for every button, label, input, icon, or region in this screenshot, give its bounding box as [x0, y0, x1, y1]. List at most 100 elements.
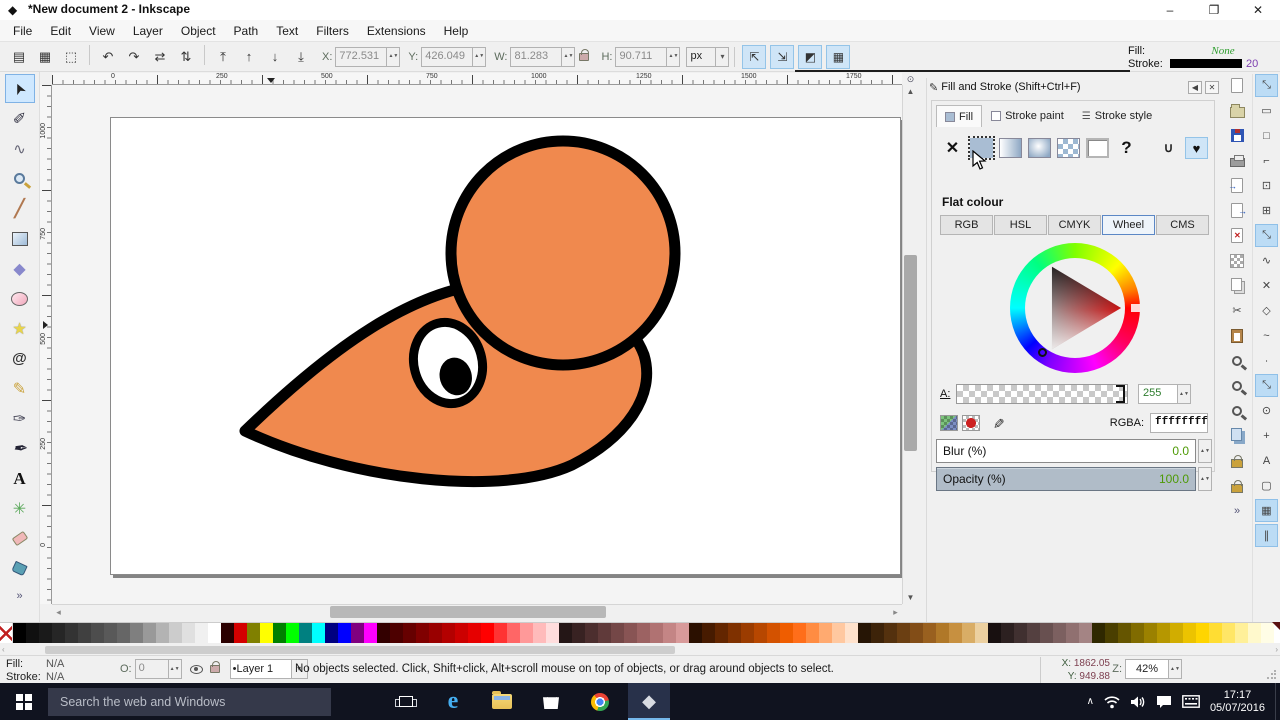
- palette-scroll-thumb[interactable]: [45, 646, 675, 654]
- copy-button[interactable]: [1226, 274, 1249, 297]
- palette-swatch[interactable]: [130, 623, 143, 643]
- flip-horizontal-button[interactable]: ⇄: [148, 45, 172, 69]
- select-all-layers-button[interactable]: ▦: [33, 45, 57, 69]
- palette-swatch[interactable]: [1014, 623, 1027, 643]
- close-document-button[interactable]: [1226, 224, 1249, 247]
- calligraphy-tool[interactable]: ✒: [5, 434, 35, 463]
- horizontal-scrollbar[interactable]: ◂ ▸: [52, 604, 902, 618]
- palette-swatch[interactable]: [377, 623, 390, 643]
- minimize-button[interactable]: –: [1148, 0, 1192, 20]
- palette-swatch[interactable]: [819, 623, 832, 643]
- snap-text-baseline-button[interactable]: A: [1255, 449, 1278, 472]
- palette-swatch[interactable]: [416, 623, 429, 643]
- zoom-drawing-button[interactable]: [1226, 374, 1249, 397]
- w-spinner[interactable]: ▲▼: [562, 47, 575, 67]
- chrome-button[interactable]: [579, 683, 621, 720]
- lock-layer-button[interactable]: [1226, 449, 1249, 472]
- taskbar-search-input[interactable]: Search the web and Windows: [48, 688, 331, 716]
- horizontal-scroll-thumb[interactable]: [330, 606, 606, 618]
- palette-swatch[interactable]: [299, 623, 312, 643]
- menu-layer[interactable]: Layer: [124, 22, 172, 40]
- palette-swatch[interactable]: [247, 623, 260, 643]
- palette-swatch[interactable]: [117, 623, 130, 643]
- menu-filters[interactable]: Filters: [307, 22, 358, 40]
- affect-corners-toggle[interactable]: ⇲: [770, 45, 794, 69]
- panel-close-icon[interactable]: ✕: [1205, 81, 1219, 94]
- canvas-corner-icon[interactable]: ⊙: [904, 73, 917, 85]
- unlock-layer-button[interactable]: [1226, 474, 1249, 497]
- zoom-tool[interactable]: [5, 164, 35, 193]
- y-spinner[interactable]: ▲▼: [473, 47, 486, 67]
- menu-file[interactable]: File: [4, 22, 41, 40]
- w-field[interactable]: 81.283: [510, 47, 562, 67]
- node-editor-tool[interactable]: ✐: [5, 104, 35, 133]
- snap-rotation-centers-button[interactable]: +: [1255, 424, 1278, 447]
- palette-swatch[interactable]: [1053, 623, 1066, 643]
- x-spinner[interactable]: ▲▼: [387, 47, 400, 67]
- menu-edit[interactable]: Edit: [41, 22, 80, 40]
- tab-stroke-paint[interactable]: Stroke paint: [982, 105, 1073, 127]
- palette-swatch[interactable]: [988, 623, 1001, 643]
- blur-slider[interactable]: Blur (%) 0.0: [936, 439, 1196, 463]
- palette-swatch[interactable]: [533, 623, 546, 643]
- pencil-tool[interactable]: ✎: [5, 374, 35, 403]
- color-wheel[interactable]: [1010, 243, 1140, 373]
- palette-swatch[interactable]: [143, 623, 156, 643]
- commands-more-button[interactable]: »: [1234, 505, 1240, 517]
- linear-gradient-button[interactable]: [998, 137, 1023, 159]
- scroll-down-icon[interactable]: ▼: [904, 591, 917, 604]
- palette-swatch[interactable]: [676, 623, 689, 643]
- no-paint-button[interactable]: ✕: [940, 137, 965, 159]
- zoom-field[interactable]: 42%: [1125, 659, 1169, 679]
- snap-midpoints-button[interactable]: ∙: [1255, 349, 1278, 372]
- palette-swatch[interactable]: [585, 623, 598, 643]
- palette-swatch[interactable]: [195, 623, 208, 643]
- snap-object-centers-button[interactable]: ⊙: [1255, 399, 1278, 422]
- palette-swatch[interactable]: [208, 623, 221, 643]
- o-spinner[interactable]: ▲▼: [169, 659, 182, 679]
- snap-intersections-button[interactable]: ✕: [1255, 274, 1278, 297]
- style-indicator[interactable]: Fill: None Stroke: 20: [1128, 44, 1276, 70]
- color-tab-wheel[interactable]: Wheel: [1102, 215, 1155, 235]
- snap-others-button[interactable]: ⤡: [1255, 374, 1278, 397]
- palette-swatch[interactable]: [1248, 623, 1261, 643]
- eraser-tool[interactable]: [5, 524, 35, 553]
- flip-vertical-button[interactable]: ⇅: [174, 45, 198, 69]
- swatch-button[interactable]: [1085, 137, 1110, 159]
- export-image-button[interactable]: [1226, 199, 1249, 222]
- palette-swatch[interactable]: [663, 623, 676, 643]
- paste-button[interactable]: [1226, 324, 1249, 347]
- palette-swatch[interactable]: [442, 623, 455, 643]
- unit-select[interactable]: px: [686, 47, 716, 67]
- palette-swatch[interactable]: [728, 623, 741, 643]
- y-field[interactable]: 426.049: [421, 47, 473, 67]
- menu-extensions[interactable]: Extensions: [358, 22, 435, 40]
- snap-bbox-midpoints-button[interactable]: ⊡: [1255, 174, 1278, 197]
- palette-swatch[interactable]: [1157, 623, 1170, 643]
- open-document-button[interactable]: [1226, 99, 1249, 122]
- color-tab-hsl[interactable]: HSL: [994, 215, 1047, 235]
- palette-swatch[interactable]: [832, 623, 845, 643]
- eyedropper-icon[interactable]: ✎: [989, 417, 1006, 429]
- radial-gradient-button[interactable]: [1027, 137, 1052, 159]
- pattern-swatch-icon[interactable]: [962, 415, 980, 431]
- palette-no-color-swatch[interactable]: [0, 623, 13, 643]
- palette-swatch[interactable]: [286, 623, 299, 643]
- tab-fill[interactable]: Fill: [936, 105, 982, 127]
- snap-paths-button[interactable]: ∿: [1255, 249, 1278, 272]
- palette-swatch[interactable]: [1183, 623, 1196, 643]
- palette-swatch[interactable]: [351, 623, 364, 643]
- palette-swatch[interactable]: [572, 623, 585, 643]
- palette-swatch[interactable]: [234, 623, 247, 643]
- palette-swatch[interactable]: [650, 623, 663, 643]
- palette-swatch[interactable]: [65, 623, 78, 643]
- new-document-button[interactable]: [1226, 74, 1249, 97]
- statusbar-style-indicator[interactable]: Fill:N/A Stroke:N/A: [6, 657, 116, 683]
- palette-swatch[interactable]: [715, 623, 728, 643]
- snap-bbox-button[interactable]: ▭: [1255, 99, 1278, 122]
- action-center-icon[interactable]: [1156, 695, 1172, 709]
- palette-swatch[interactable]: [403, 623, 416, 643]
- vertical-ruler[interactable]: 10007505002500: [40, 85, 52, 604]
- vertical-scroll-thumb[interactable]: [904, 255, 917, 451]
- palette-swatch[interactable]: [1118, 623, 1131, 643]
